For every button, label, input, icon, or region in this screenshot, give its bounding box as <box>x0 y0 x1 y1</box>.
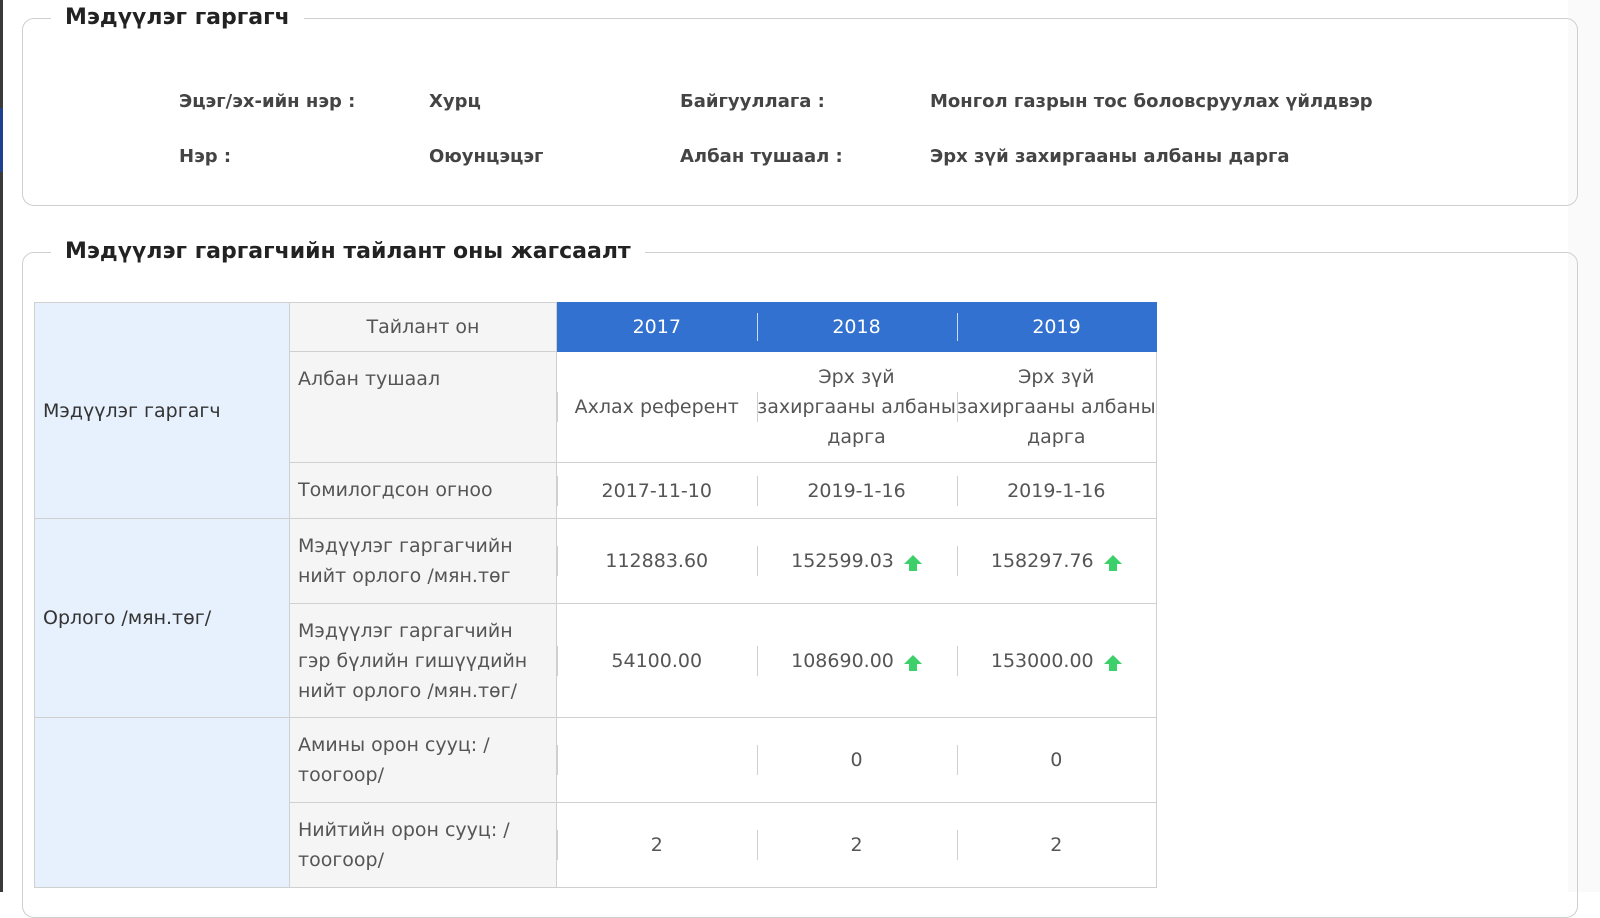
annual-summary-table: Мэдүүлэг гаргагч Тайлант он 2017 2018 20… <box>34 302 1157 888</box>
value-cell: 152599.03 <box>756 518 957 604</box>
annual-summary-title: Мэдүүлэг гаргагчийн тайлант оны жагсаалт <box>65 239 631 264</box>
value-cell: 2 <box>956 802 1157 888</box>
value-cell: Ахлах референт <box>556 351 757 463</box>
value-cell: 2019-1-16 <box>956 462 1157 519</box>
cell-value: 158297.76 <box>990 550 1094 572</box>
name-value: Оюунцэцэг <box>429 146 544 167</box>
year-header-2018: 2018 <box>756 302 957 352</box>
arrow-up-icon <box>1103 654 1122 671</box>
value-cell: 0 <box>756 717 957 803</box>
cell-value: 0 <box>850 749 863 771</box>
year-header-2019: 2019 <box>956 302 1157 352</box>
category-cell <box>34 717 290 888</box>
row-label: Мэдүүлэг гаргагчийн нийт орлого /мян.төг <box>289 518 557 604</box>
row-label: Амины орон сууц: /тоогоор/ <box>289 717 557 803</box>
value-cell: 0 <box>956 717 1157 803</box>
value-cell: 112883.60 <box>556 518 757 604</box>
value-cell: 158297.76 <box>956 518 1157 604</box>
cell-value: 152599.03 <box>791 550 894 572</box>
table-row: Амины орон сууц: /тоогоор/ 0 0 <box>34 717 1157 888</box>
organization-label: Байгууллага : <box>680 91 825 112</box>
left-edge-accent <box>0 108 3 172</box>
value-cell: Эрх зүй захиргааны албаны дарга <box>756 351 957 463</box>
year-header-row: Мэдүүлэг гаргагч Тайлант он 2017 2018 20… <box>34 302 1157 519</box>
year-header-2017: 2017 <box>556 302 757 352</box>
position-label: Албан тушаал : <box>680 146 843 167</box>
arrow-up-icon <box>1103 555 1122 571</box>
cell-value: 0 <box>1050 749 1063 771</box>
row-label: Албан тушаал <box>289 351 557 463</box>
arrow-up-icon <box>903 654 922 671</box>
declarant-info-panel: Мэдүүлэг гаргагч Эцэг/эх-ийн нэр : Хурц … <box>22 4 1578 206</box>
value-cell <box>556 717 757 803</box>
value-cell: 108690.00 <box>756 603 957 718</box>
declarant-info-title: Мэдүүлэг гаргагч <box>65 5 290 30</box>
value-cell: 54100.00 <box>556 603 757 718</box>
category-cell: Орлого /мян.төг/ <box>34 518 290 718</box>
year-header-label: Тайлант он <box>289 302 557 352</box>
cell-value: Эрх зүй захиргааны албаны дарга <box>757 365 956 448</box>
row-label: Томилогдсон огноо <box>289 462 557 519</box>
arrow-up-icon <box>903 555 922 571</box>
row-label: Нийтийн орон сууц: /тоогоор/ <box>289 802 557 888</box>
value-cell: 2019-1-16 <box>756 462 957 519</box>
value-cell: 153000.00 <box>956 603 1157 718</box>
cell-value: 2019-1-16 <box>1007 479 1106 502</box>
cell-value: 108690.00 <box>791 649 894 672</box>
cell-value: 153000.00 <box>990 649 1094 672</box>
cell-value: 54100.00 <box>611 649 703 672</box>
father-name-label: Эцэг/эх-ийн нэр : <box>179 91 356 112</box>
value-cell: Эрх зүй захиргааны албаны дарга <box>956 351 1157 463</box>
position-value: Эрх зүй захиргааны албаны дарга <box>930 146 1290 167</box>
left-edge-bar <box>0 0 3 892</box>
cell-value: 2 <box>850 834 863 856</box>
value-cell: 2 <box>756 802 957 888</box>
value-cell: 2 <box>556 802 757 888</box>
cell-value: 2017-11-10 <box>601 479 712 502</box>
cell-value: 112883.60 <box>605 550 709 572</box>
table-row: Орлого /мян.төг/ Мэдүүлэг гаргагчийн ний… <box>34 518 1157 718</box>
name-label: Нэр : <box>179 146 232 167</box>
value-cell: 2017-11-10 <box>556 462 757 519</box>
category-cell: Мэдүүлэг гаргагч <box>34 302 290 519</box>
cell-value: 2 <box>650 834 663 856</box>
row-label: Мэдүүлэг гаргагчийн гэр бүлийн гишүүдийн… <box>289 603 557 718</box>
cell-value: Ахлах референт <box>574 395 739 418</box>
cell-value: Эрх зүй захиргааны албаны дарга <box>956 365 1156 448</box>
cell-value: 2019-1-16 <box>807 479 906 502</box>
father-name-value: Хурц <box>429 91 481 112</box>
cell-value: 2 <box>1050 834 1063 856</box>
organization-value: Монгол газрын тос боловсруулах үйлдвэр <box>930 91 1373 112</box>
